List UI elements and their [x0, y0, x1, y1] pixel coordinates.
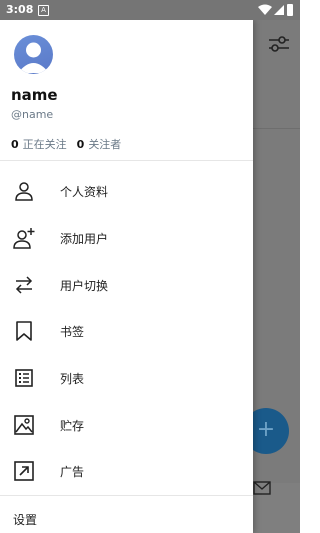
followers-count: 0: [76, 138, 85, 151]
menu-item-bookmarks[interactable]: 书签: [0, 308, 253, 354]
menu-item-storage[interactable]: 贮存: [0, 402, 253, 448]
mail-icon[interactable]: [253, 481, 271, 495]
battery-icon: [287, 4, 293, 16]
navigation-drawer: name @name 0 正在关注 0 关注者 个人资料 添加用户 用户切换 书…: [0, 20, 253, 533]
menu-item-ads[interactable]: 广告: [0, 448, 253, 494]
image-icon: [14, 415, 34, 435]
followers-link[interactable]: 0 关注者: [77, 138, 122, 151]
person-icon: [15, 182, 33, 201]
status-bar: 3:08 A: [0, 0, 300, 20]
bookmark-icon: [16, 321, 32, 341]
following-label: 正在关注: [22, 138, 67, 151]
profile-handle: @name: [11, 108, 54, 121]
status-icons: [258, 4, 293, 16]
menu-item-label: 列表: [60, 372, 85, 386]
signal-icon: [274, 5, 284, 15]
notification-badge: A: [38, 5, 49, 16]
menu-item-label: 用户切换: [60, 279, 109, 293]
divider: [0, 495, 253, 496]
menu-item-label: 贮存: [60, 419, 85, 433]
following-count: 0: [11, 138, 19, 151]
list-icon: [15, 369, 33, 387]
follow-stats: 0 正在关注 0 关注者: [11, 136, 121, 152]
swap-icon: [15, 276, 33, 294]
following-link[interactable]: 0 正在关注: [11, 138, 67, 151]
settings-link[interactable]: 设置: [13, 511, 37, 528]
background-divider: [252, 128, 300, 129]
menu-item-label: 个人资料: [60, 185, 109, 199]
menu-item-label: 添加用户: [60, 232, 109, 246]
wifi-icon: [258, 4, 272, 15]
add-person-icon: [13, 228, 35, 249]
screen: 3:08 A + name @name 0 正在关注 0 关注者 个人资料 添加…: [0, 0, 300, 533]
menu-item-profile[interactable]: 个人资料: [0, 168, 253, 214]
menu-item-switch-user[interactable]: 用户切换: [0, 262, 253, 308]
status-time: 3:08: [6, 3, 34, 16]
menu-item-label: 书签: [60, 325, 85, 339]
avatar-person-icon: [18, 42, 49, 73]
filter-icon[interactable]: [268, 34, 290, 54]
followers-label: 关注者: [88, 138, 122, 151]
menu-item-lists[interactable]: 列表: [0, 355, 253, 401]
menu-item-label: 广告: [60, 465, 85, 479]
arrow-up-right-icon: [14, 461, 34, 481]
avatar[interactable]: [14, 35, 53, 74]
menu-item-add-user[interactable]: 添加用户: [0, 215, 253, 261]
profile-name: name: [11, 86, 58, 104]
divider: [0, 160, 253, 161]
